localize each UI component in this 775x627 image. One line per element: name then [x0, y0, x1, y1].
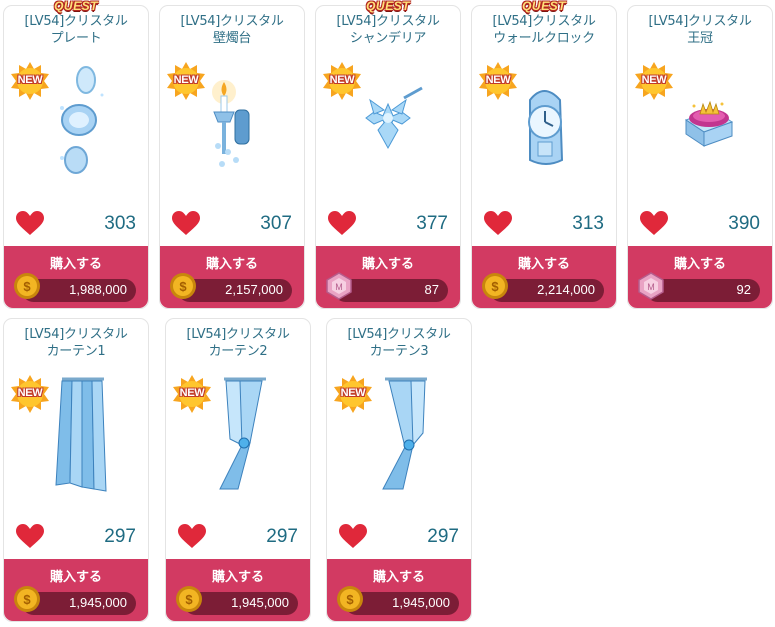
svg-text:M: M: [647, 282, 655, 292]
shop-item-card[interactable]: QUEST [LV54]クリスタル ウォールクロック NEW 313 購入する …: [471, 0, 617, 309]
item-title-line1: [LV54]クリスタル: [186, 327, 290, 342]
price-value: 87: [424, 282, 439, 297]
item-title: [LV54]クリスタル 壁燭台: [160, 13, 304, 47]
shop-item-card[interactable]: QUEST [LV54]クリスタル プレート NEW 303 購入する 1,98…: [3, 0, 149, 309]
svg-text:$: $: [179, 279, 187, 294]
heart-icon[interactable]: [484, 211, 512, 236]
quest-badge: QUEST: [522, 0, 566, 13]
svg-text:$: $: [23, 592, 31, 607]
price-value: 1,988,000: [69, 282, 127, 297]
item-title-line1: [LV54]クリスタル: [336, 14, 440, 29]
svg-text:$: $: [23, 279, 31, 294]
svg-text:M: M: [335, 282, 343, 292]
shop-item-card[interactable]: [LV54]クリスタル 壁燭台 NEW 307 購入する 2,157,000 $: [159, 5, 305, 309]
buy-label: 購入する: [673, 257, 726, 272]
new-badge: NEW: [634, 61, 674, 101]
quest-badge: QUEST: [366, 0, 410, 13]
coin-icon: $: [482, 273, 508, 299]
shop-item-card[interactable]: [LV54]クリスタル カーテン2 NEW 297 購入する 1,945,000…: [165, 318, 311, 622]
coin-icon: $: [14, 273, 40, 299]
price-value: 1,945,000: [69, 595, 127, 610]
shop-item-card[interactable]: [LV54]クリスタル カーテン3 NEW 297 購入する 1,945,000…: [326, 318, 472, 622]
new-badge: NEW: [322, 61, 362, 101]
item-title-line2: プレート: [50, 31, 102, 46]
item-title-line2: ウォールクロック: [493, 31, 595, 46]
shop-item-card[interactable]: QUEST [LV54]クリスタル シャンデリア NEW 377 購入する 87…: [315, 0, 461, 309]
buy-label: 購入する: [205, 257, 258, 272]
item-title-line1: [LV54]クリスタル: [648, 14, 752, 29]
like-count: 307: [260, 213, 292, 234]
price-value: 1,945,000: [392, 595, 450, 610]
new-badge: NEW: [172, 374, 212, 414]
item-title-line2: カーテン2: [208, 344, 268, 359]
svg-text:$: $: [346, 592, 354, 607]
price-value: 2,214,000: [537, 282, 595, 297]
gem-icon: M: [326, 272, 352, 300]
item-title: [LV54]クリスタル カーテン1: [4, 326, 148, 360]
like-count: 390: [728, 213, 760, 234]
heart-icon[interactable]: [328, 211, 356, 236]
buy-label: 購入する: [517, 257, 570, 272]
coin-icon: $: [176, 586, 202, 612]
heart-icon[interactable]: [178, 524, 206, 549]
item-title: [LV54]クリスタル カーテン3: [327, 326, 471, 360]
item-title-line2: 壁燭台: [212, 31, 252, 46]
buy-label: 購入する: [361, 257, 414, 272]
like-count: 297: [266, 526, 298, 547]
shop-item-card[interactable]: [LV54]クリスタル カーテン1 NEW 297 購入する 1,945,000…: [3, 318, 149, 622]
heart-icon[interactable]: [172, 211, 200, 236]
item-title-line2: カーテン3: [369, 344, 429, 359]
like-count: 297: [427, 526, 459, 547]
buy-label: 購入する: [211, 570, 264, 585]
item-title: [LV54]クリスタル シャンデリア: [316, 13, 460, 47]
item-title: [LV54]クリスタル ウォールクロック: [472, 13, 616, 47]
item-title-line1: [LV54]クリスタル: [24, 14, 128, 29]
item-title-line2: カーテン1: [46, 344, 106, 359]
heart-icon[interactable]: [16, 524, 44, 549]
item-title: [LV54]クリスタル 王冠: [628, 13, 772, 47]
heart-icon[interactable]: [16, 211, 44, 236]
new-badge: NEW: [10, 374, 50, 414]
svg-text:$: $: [185, 592, 193, 607]
item-title-line1: [LV54]クリスタル: [24, 327, 128, 342]
item-title-line1: [LV54]クリスタル: [347, 327, 451, 342]
buy-label: 購入する: [372, 570, 425, 585]
new-badge: NEW: [10, 61, 50, 101]
like-count: 313: [572, 213, 604, 234]
like-count: 377: [416, 213, 448, 234]
like-count: 297: [104, 526, 136, 547]
coin-icon: $: [170, 273, 196, 299]
item-title: [LV54]クリスタル カーテン2: [166, 326, 310, 360]
new-badge: NEW: [166, 61, 206, 101]
gem-icon: M: [638, 272, 664, 300]
item-title-line1: [LV54]クリスタル: [492, 14, 596, 29]
heart-icon[interactable]: [640, 211, 668, 236]
like-count: 303: [104, 213, 136, 234]
price-value: 92: [736, 282, 751, 297]
coin-icon: $: [14, 586, 40, 612]
item-title-line2: シャンデリア: [349, 31, 427, 46]
item-title: [LV54]クリスタル プレート: [4, 13, 148, 47]
heart-icon[interactable]: [339, 524, 367, 549]
coin-icon: $: [337, 586, 363, 612]
price-value: 2,157,000: [225, 282, 283, 297]
new-badge: NEW: [478, 61, 518, 101]
price-value: 1,945,000: [231, 595, 289, 610]
new-badge: NEW: [333, 374, 373, 414]
buy-label: 購入する: [49, 570, 102, 585]
buy-label: 購入する: [49, 257, 102, 272]
svg-text:$: $: [491, 279, 499, 294]
shop-item-card[interactable]: [LV54]クリスタル 王冠 NEW 390 購入する 92 M: [627, 5, 773, 309]
item-title-line2: 王冠: [687, 31, 713, 46]
quest-badge: QUEST: [54, 0, 98, 13]
item-title-line1: [LV54]クリスタル: [180, 14, 284, 29]
